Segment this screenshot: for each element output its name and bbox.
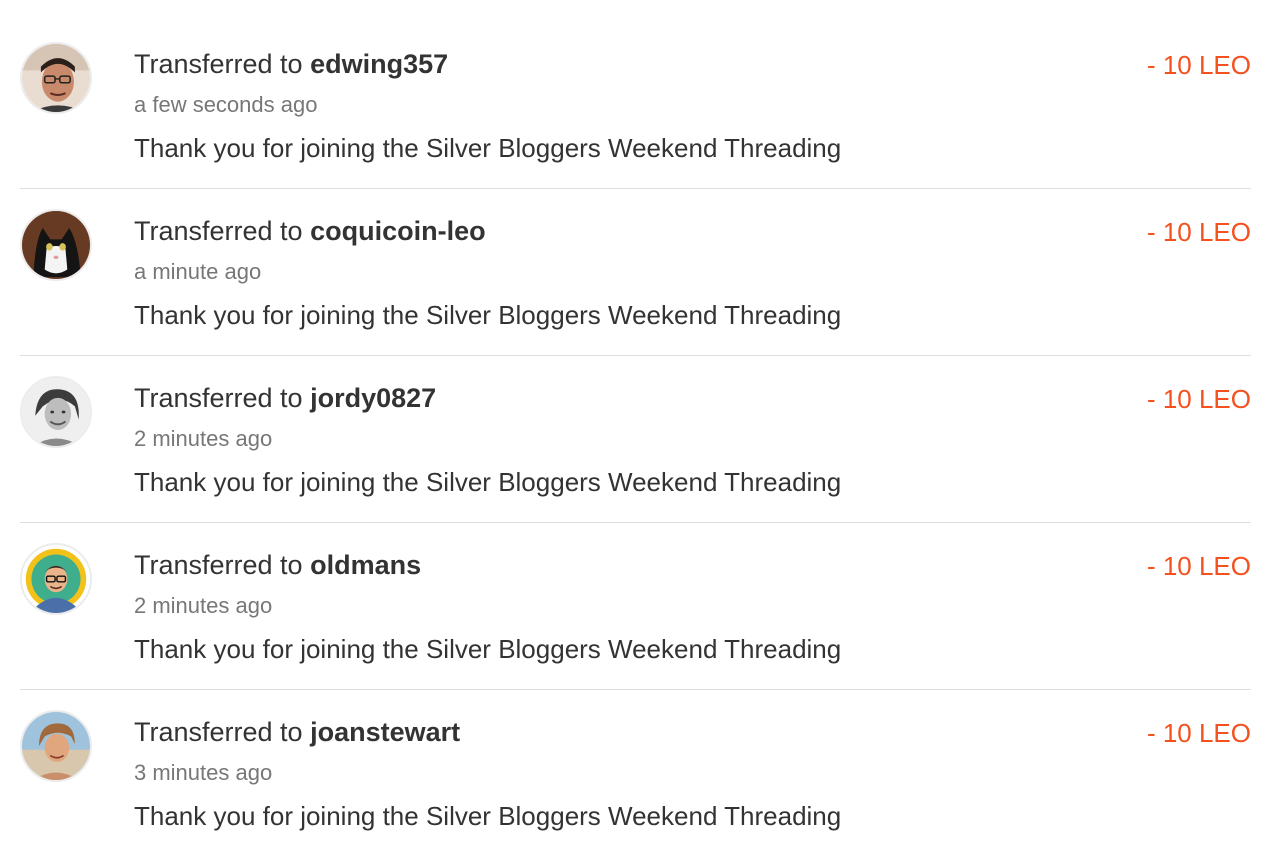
transfer-title: Transferred to coquicoin-leo [134,215,486,247]
transfer-timestamp: a minute ago [134,259,262,284]
transfer-memo: Thank you for joining the Silver Blogger… [134,300,842,330]
transfer-row: Transferred to jordy0827 2 minutes ago T… [20,356,1251,523]
person-with-glasses-avatar[interactable] [20,42,92,114]
transfer-timestamp: 2 minutes ago [134,426,273,451]
transfer-row: Transferred to coquicoin-leo a minute ag… [20,189,1251,356]
transfer-prefix: Transferred to [134,717,303,747]
transfer-memo: Thank you for joining the Silver Blogger… [134,634,842,664]
recipient-username[interactable]: oldmans [310,550,421,580]
transfer-amount: - 10 LEO [1146,718,1251,748]
transfer-amount: - 10 LEO [1146,217,1251,247]
transfer-row: Transferred to edwing357 a few seconds a… [20,22,1251,189]
recipient-username[interactable]: edwing357 [310,49,448,79]
transfer-amount: - 10 LEO [1146,551,1251,581]
transfer-prefix: Transferred to [134,49,303,79]
transfer-timestamp: a few seconds ago [134,92,318,117]
transfer-title: Transferred to joanstewart [134,716,460,748]
transfer-memo: Thank you for joining the Silver Blogger… [134,467,842,497]
transfer-title: Transferred to edwing357 [134,48,448,80]
black-white-cat-avatar[interactable] [20,209,92,281]
transfer-history-list: Transferred to edwing357 a few seconds a… [20,22,1251,857]
grayscale-woman-avatar[interactable] [20,376,92,448]
transfer-memo: Thank you for joining the Silver Blogger… [134,133,842,163]
recipient-username[interactable]: joanstewart [310,717,460,747]
transfer-title: Transferred to oldmans [134,549,421,581]
transfer-row: Transferred to oldmans 2 minutes ago Tha… [20,523,1251,690]
transfer-prefix: Transferred to [134,383,303,413]
transfer-timestamp: 3 minutes ago [134,760,273,785]
transfer-amount: - 10 LEO [1146,50,1251,80]
cartoon-man-avatar[interactable] [20,543,92,615]
recipient-username[interactable]: jordy0827 [310,383,436,413]
transfer-row: Transferred to joanstewart 3 minutes ago… [20,690,1251,857]
transfer-prefix: Transferred to [134,550,303,580]
woman-beach-avatar[interactable] [20,710,92,782]
transfer-memo: Thank you for joining the Silver Blogger… [134,801,842,831]
recipient-username[interactable]: coquicoin-leo [310,216,486,246]
transfer-title: Transferred to jordy0827 [134,382,436,414]
transfer-amount: - 10 LEO [1146,384,1251,414]
transfer-prefix: Transferred to [134,216,303,246]
transfer-timestamp: 2 minutes ago [134,593,273,618]
